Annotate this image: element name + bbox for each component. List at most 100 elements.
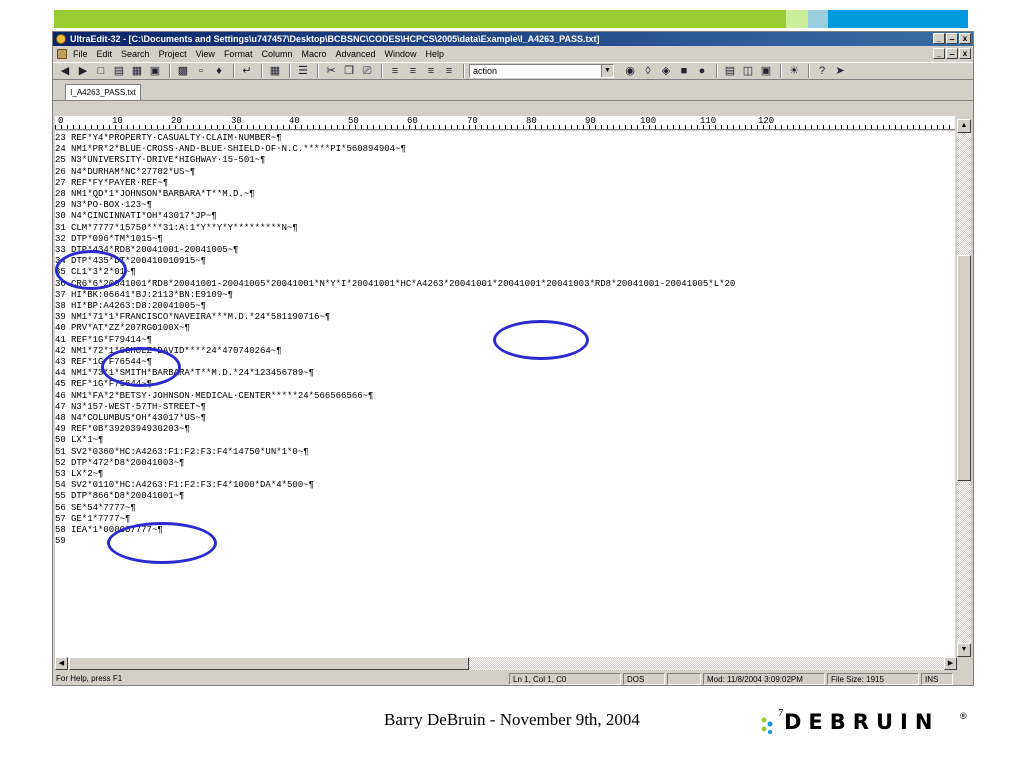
code-line[interactable]: 52 DTP*472*D8*20041003~¶ (55, 458, 184, 469)
code-line[interactable]: 24 NM1*PR*2*BLUE·CROSS·AND·BLUE·SHIELD·OF… (55, 144, 406, 155)
context-help-icon[interactable]: ➤ (832, 64, 848, 78)
minimize-button[interactable]: _ (933, 33, 945, 44)
code-line[interactable]: 29 N3*PO·BOX·123~¶ (55, 200, 152, 211)
menu-file[interactable]: File (73, 49, 88, 59)
code-line[interactable]: 31 CLM*7777*15750***31:A:1*Y**Y*Y********… (55, 223, 298, 234)
menu-project[interactable]: Project (159, 49, 187, 59)
code-line[interactable]: 37 HI*BK:06641*BJ:2113*BN:E9109~¶ (55, 290, 233, 301)
settings-icon[interactable]: ☀ (786, 64, 802, 78)
align-left-icon[interactable]: ≡ (387, 64, 403, 78)
doc-minimize-button[interactable]: _ (933, 48, 945, 59)
find-icon[interactable]: ◉ (622, 64, 638, 78)
menu-search[interactable]: Search (121, 49, 150, 59)
code-line[interactable]: 48 N4*COLUMBUS*OH*43017*US~¶ (55, 413, 206, 424)
code-line[interactable]: 50 LX*1~¶ (55, 435, 103, 446)
line-text: REF*Y4*PROPERTY·CASUALTY·CLAIM·NUMBER~¶ (71, 133, 282, 143)
menu-help[interactable]: Help (426, 49, 445, 59)
open-icon[interactable]: ▤ (111, 64, 127, 78)
find-combobox[interactable]: action ▼ (469, 64, 614, 78)
window-icon[interactable]: ▣ (758, 64, 774, 78)
scroll-down-icon[interactable]: ▼ (957, 643, 971, 657)
find-in-files-icon[interactable]: ◊ (640, 64, 656, 78)
horizontal-scrollbar[interactable]: ◀ ▶ (55, 657, 957, 670)
code-line[interactable]: 26 N4*DURHAM*NC*27702*US~¶ (55, 167, 195, 178)
file-tab[interactable]: I_A4263_PASS.txt (65, 84, 141, 100)
horizontal-scroll-thumb[interactable] (69, 657, 469, 670)
maximize-button[interactable]: ̶ (946, 33, 958, 44)
code-line[interactable]: 47 N3*157·WEST·57TH·STREET~¶ (55, 402, 206, 413)
new-file-icon[interactable]: □ (93, 64, 109, 78)
column-icon[interactable]: ☰ (295, 64, 311, 78)
menu-column[interactable]: Column (261, 49, 292, 59)
scroll-right-icon[interactable]: ▶ (944, 657, 957, 670)
ftp-icon[interactable]: ■ (676, 64, 692, 78)
menu-window[interactable]: Window (385, 49, 417, 59)
code-line[interactable]: 40 PRV*AT*ZZ*207RG0100X~¶ (55, 323, 190, 334)
code-line[interactable]: 56 SE*54*7777~¶ (55, 503, 136, 514)
code-line[interactable]: 44 NM1*73*1*SMITH*BARBARA*T**M.D.*24*1234… (55, 368, 314, 379)
paste-icon[interactable]: ⎚ (359, 64, 375, 78)
code-line[interactable]: 46 NM1*FA*2*BETSY·JOHNSON·MEDICAL·CENTER*… (55, 391, 373, 402)
code-line[interactable]: 30 N4*CINCINNATI*OH*43017*JP~¶ (55, 211, 217, 222)
scroll-up-icon[interactable]: ▲ (957, 119, 971, 133)
title-bar[interactable]: UltraEdit-32 - [C:\Documents and Setting… (53, 32, 973, 46)
code-line[interactable]: 49 REF*0B*3920394930203~¶ (55, 424, 190, 435)
code-line[interactable]: 41 REF*1G*F79414~¶ (55, 335, 152, 346)
code-line[interactable]: 39 NM1*71*1*FRANCISCO*NAVEIRA***M.D.*24*5… (55, 312, 330, 323)
align-center-icon[interactable]: ≡ (405, 64, 421, 78)
code-line[interactable]: 51 SV2*0360*HC:A4263:F1:F2:F3:F4*14750*UN… (55, 447, 309, 458)
line-text: NM1*FA*2*BETSY·JOHNSON·MEDICAL·CENTER***… (71, 390, 374, 401)
status-filesize: File Size: 1915 (827, 673, 919, 685)
save-icon[interactable]: ▣ (147, 64, 163, 78)
app-icon[interactable] (56, 34, 66, 44)
band-lightblue (808, 10, 828, 28)
code-line[interactable]: 54 SV2*0110*HC:A4263:F1:F2:F3:F4*1000*DA*… (55, 480, 314, 491)
menu-macro[interactable]: Macro (301, 49, 326, 59)
annotation-circle (493, 320, 589, 360)
vertical-scroll-thumb[interactable] (957, 255, 971, 481)
menu-edit[interactable]: Edit (97, 49, 113, 59)
code-line[interactable]: 57 GE*1*7777~¶ (55, 514, 130, 525)
code-line[interactable]: 55 DTP*866*D8*20041001~¶ (55, 491, 184, 502)
close-button[interactable]: x (959, 33, 971, 44)
doc-restore-button[interactable]: ̶ (946, 48, 958, 59)
code-line[interactable]: 32 DTP*096*TM*1015~¶ (55, 234, 163, 245)
cut-icon[interactable]: ✂ (323, 64, 339, 78)
text-editor[interactable]: 23 REF*Y4*PROPERTY·CASUALTY·CLAIM·NUMBER~… (55, 131, 955, 657)
doc-close-button[interactable]: x (959, 48, 971, 59)
document-icon[interactable] (57, 49, 67, 59)
copy-icon[interactable]: ❐ (341, 64, 357, 78)
window-controls: _ ̶ x (933, 33, 971, 44)
justify-icon[interactable]: ≡ (441, 64, 457, 78)
align-right-icon[interactable]: ≡ (423, 64, 439, 78)
window-title: UltraEdit-32 - [C:\Documents and Setting… (70, 34, 600, 44)
scroll-left-icon[interactable]: ◀ (55, 657, 68, 670)
code-line[interactable]: 28 NM1*QD*1*JOHNSON*BARBARA*T**M.D.~¶ (55, 189, 255, 200)
split-vertical-icon[interactable]: ◫ (740, 64, 756, 78)
hex-icon[interactable]: ▦ (267, 64, 283, 78)
code-line[interactable]: 38 HI*BP:A4263:D8:20041005~¶ (55, 301, 206, 312)
code-line[interactable]: 59 (55, 536, 71, 547)
forward-icon[interactable]: ▶ (75, 64, 91, 78)
replace-icon[interactable]: ◈ (658, 64, 674, 78)
code-line[interactable]: 27 REF*FY*PAYER·REF~¶ (55, 178, 168, 189)
print-icon[interactable]: ▩ (175, 64, 191, 78)
menu-advanced[interactable]: Advanced (335, 49, 375, 59)
back-icon[interactable]: ◀ (57, 64, 73, 78)
help-icon[interactable]: ? (814, 64, 830, 78)
code-line[interactable]: 53 LX*2~¶ (55, 469, 103, 480)
line-number: 48 (55, 413, 66, 423)
menu-view[interactable]: View (196, 49, 215, 59)
split-horizontal-icon[interactable]: ▤ (722, 64, 738, 78)
wordwrap-icon[interactable]: ↵ (239, 64, 255, 78)
spell-icon[interactable]: ♦ (211, 64, 227, 78)
code-line[interactable]: 23 REF*Y4*PROPERTY·CASUALTY·CLAIM·NUMBER~… (55, 133, 282, 144)
open-folder-icon[interactable]: ▦ (129, 64, 145, 78)
vertical-scrollbar[interactable]: ▲ ▼ (957, 119, 971, 657)
binoculars-icon[interactable]: ● (694, 64, 710, 78)
print-preview-icon[interactable]: ▫ (193, 64, 209, 78)
menu-format[interactable]: Format (224, 49, 253, 59)
code-line[interactable]: 25 N3*UNIVERSITY·DRIVE*HIGHWAY·15-501~¶ (55, 155, 265, 166)
code-line[interactable]: 36 CR6*6*20041001*RD8*20041001-20041005*2… (55, 279, 735, 290)
chevron-down-icon[interactable]: ▼ (601, 65, 613, 77)
